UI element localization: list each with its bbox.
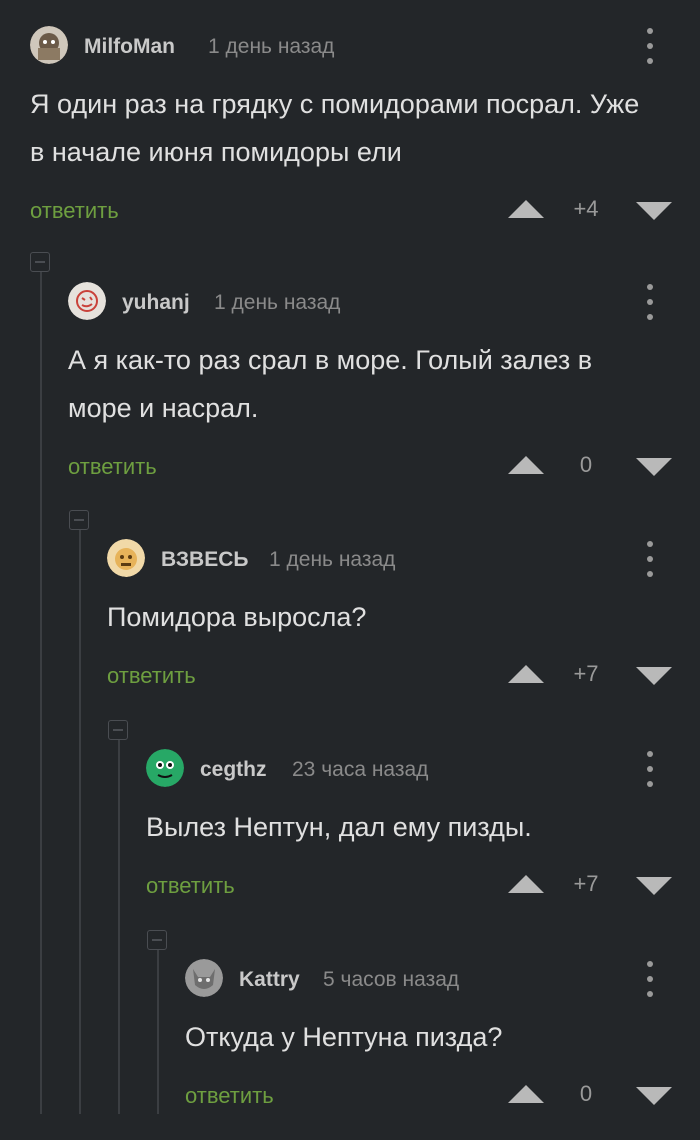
collapse-thread-icon[interactable] [147,930,167,950]
vote-controls: +7 [502,661,672,687]
vote-controls: 0 [502,1081,672,1107]
thread-line [157,940,159,1114]
comment-score: +7 [573,871,599,896]
avatar[interactable] [185,959,223,997]
vote-controls: +4 [502,196,672,222]
avatar[interactable] [68,282,106,320]
more-vertical-icon[interactable] [644,751,656,787]
thread-line [40,262,42,1114]
comment-author[interactable]: MilfoMan [84,35,175,59]
comment-author[interactable]: yuhanj [122,291,190,315]
comment-text: Помидора выросла? [107,602,367,632]
comment: Kattry 5 часов назад Откуда у Нептуна пи… [185,959,700,1119]
reply-button[interactable]: ответить [68,454,157,480]
reply-button[interactable]: ответить [185,1083,274,1109]
comment-time: 1 день назад [269,548,396,571]
comment-text: А я как-то раз срал в море. Голый залез … [68,345,593,423]
avatar[interactable] [146,749,184,787]
more-vertical-icon[interactable] [644,284,656,320]
comment: MilfoMan 1 день назад Я один раз на гряд… [30,26,700,226]
thread-line [79,520,81,1114]
collapse-thread-icon[interactable] [69,510,89,530]
comment-text: Откуда у Нептуна пизда? [185,1022,503,1052]
more-vertical-icon[interactable] [644,28,656,64]
upvote-icon[interactable] [508,200,544,218]
upvote-icon[interactable] [508,665,544,683]
comment-author[interactable]: cegthz [200,758,267,782]
comment-time: 5 часов назад [323,968,460,991]
comment-score: +4 [573,196,599,221]
comment-header: yuhanj 1 день назад [68,282,700,322]
comment-text: Я один раз на грядку с помидорами посрал… [30,89,640,167]
upvote-icon[interactable] [508,456,544,474]
comment-author[interactable]: Kattry [239,968,300,992]
comment-time: 23 часа назад [292,758,429,781]
downvote-icon[interactable] [636,458,672,476]
comment-text: Вылез Нептун, дал ему пизды. [146,812,532,842]
reply-button[interactable]: ответить [146,873,235,899]
collapse-thread-icon[interactable] [108,720,128,740]
more-vertical-icon[interactable] [644,541,656,577]
vote-controls: +7 [502,871,672,897]
reply-button[interactable]: ответить [30,198,119,224]
downvote-icon[interactable] [636,877,672,895]
avatar[interactable] [107,539,145,577]
vote-controls: 0 [502,452,672,478]
comment: yuhanj 1 день назад А я как-то раз срал … [68,282,700,482]
comment-time: 1 день назад [208,35,335,58]
comment-time: 1 день назад [214,291,341,314]
comment-author[interactable]: ВЗВЕСЬ [161,548,248,572]
thread-line [118,730,120,1114]
comment: ВЗВЕСЬ 1 день назад Помидора выросла? от… [107,539,700,699]
comment-score: 0 [579,1081,593,1106]
comment-header: MilfoMan 1 день назад [30,26,700,66]
downvote-icon[interactable] [636,202,672,220]
comment: cegthz 23 часа назад Вылез Нептун, дал е… [146,749,700,909]
more-vertical-icon[interactable] [644,961,656,997]
comment-score: +7 [573,661,599,686]
reply-button[interactable]: ответить [107,663,196,689]
downvote-icon[interactable] [636,667,672,685]
collapse-thread-icon[interactable] [30,252,50,272]
upvote-icon[interactable] [508,875,544,893]
upvote-icon[interactable] [508,1085,544,1103]
comment-score: 0 [579,452,593,477]
comment-header: ВЗВЕСЬ 1 день назад [107,539,700,579]
comment-header: Kattry 5 часов назад [185,959,700,999]
comment-header: cegthz 23 часа назад [146,749,700,789]
downvote-icon[interactable] [636,1087,672,1105]
avatar[interactable] [30,26,68,64]
